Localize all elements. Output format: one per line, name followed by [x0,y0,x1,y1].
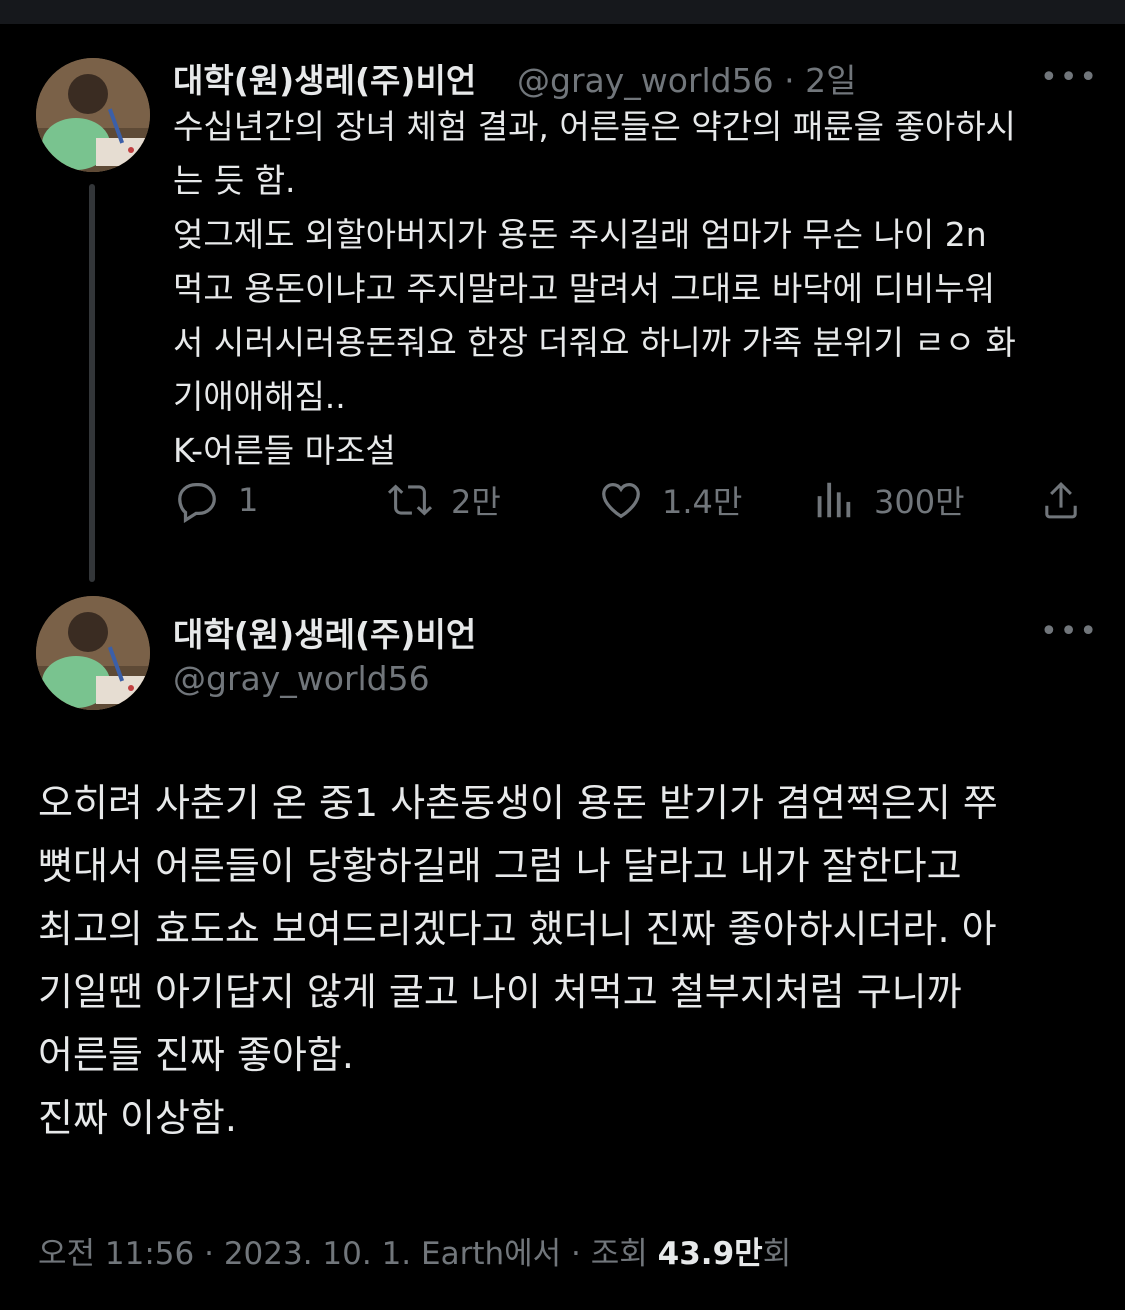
more-options-icon[interactable]: ••• [1040,614,1099,649]
like-button[interactable]: 1.4만 [598,474,742,526]
tweet-source: Earth에서 [421,1236,562,1272]
handle-text: @gray_world56 [517,61,774,100]
author-handle[interactable]: @gray_world56 · 2일 [517,54,856,102]
tweet-age[interactable]: 2일 [805,61,856,100]
avatar-photo-icon [36,596,150,710]
retweet-icon [387,484,433,516]
thread-line [89,184,95,582]
reply-button[interactable]: 1 [174,474,258,526]
author-name[interactable]: 대학(원)생레(주)비언 [173,608,476,656]
views-unit: 회 [762,1236,792,1272]
avatar[interactable] [36,58,150,172]
analytics-icon [817,482,851,518]
tweet-time[interactable]: 오전 11:56 [38,1236,194,1272]
views-value[interactable]: 43.9만 [658,1236,763,1272]
separator-dot: · [204,1236,214,1272]
avatar-photo-icon [36,58,150,172]
like-count: 1.4만 [662,483,743,521]
retweet-button[interactable]: 2만 [387,474,501,526]
reply-icon [178,483,216,523]
top-status-bar [0,0,1125,24]
author-handle[interactable]: @gray_world56 [173,659,430,698]
tweet-date[interactable]: 2023. 10. 1. [224,1236,411,1272]
views-label: 조회 [590,1236,648,1272]
author-name[interactable]: 대학(원)생레(주)비언 [173,54,476,102]
views-button[interactable]: 300만 [810,474,965,526]
tweet-text: 오히려 사춘기 온 중1 사촌동생이 용돈 받기가 겸연쩍은지 쭈 뼛대서 어른… [38,781,998,1140]
share-icon [1045,481,1077,519]
avatar[interactable] [36,596,150,710]
heart-icon [602,483,640,519]
tweet-text: 수십년간의 장녀 체험 결과, 어른들은 약간의 패륜을 좋아하시 는 듯 함.… [173,107,1016,470]
tweet-meta: 오전 11:56 · 2023. 10. 1. Earth에서 · 조회 43.… [38,1228,791,1273]
separator-dot: · [571,1236,581,1272]
retweet-count: 2만 [451,483,501,521]
reply-count: 1 [238,481,259,519]
views-count: 300만 [874,483,965,521]
share-button[interactable] [1038,474,1102,526]
separator-dot: · [784,61,795,100]
more-options-icon[interactable]: ••• [1040,60,1099,95]
